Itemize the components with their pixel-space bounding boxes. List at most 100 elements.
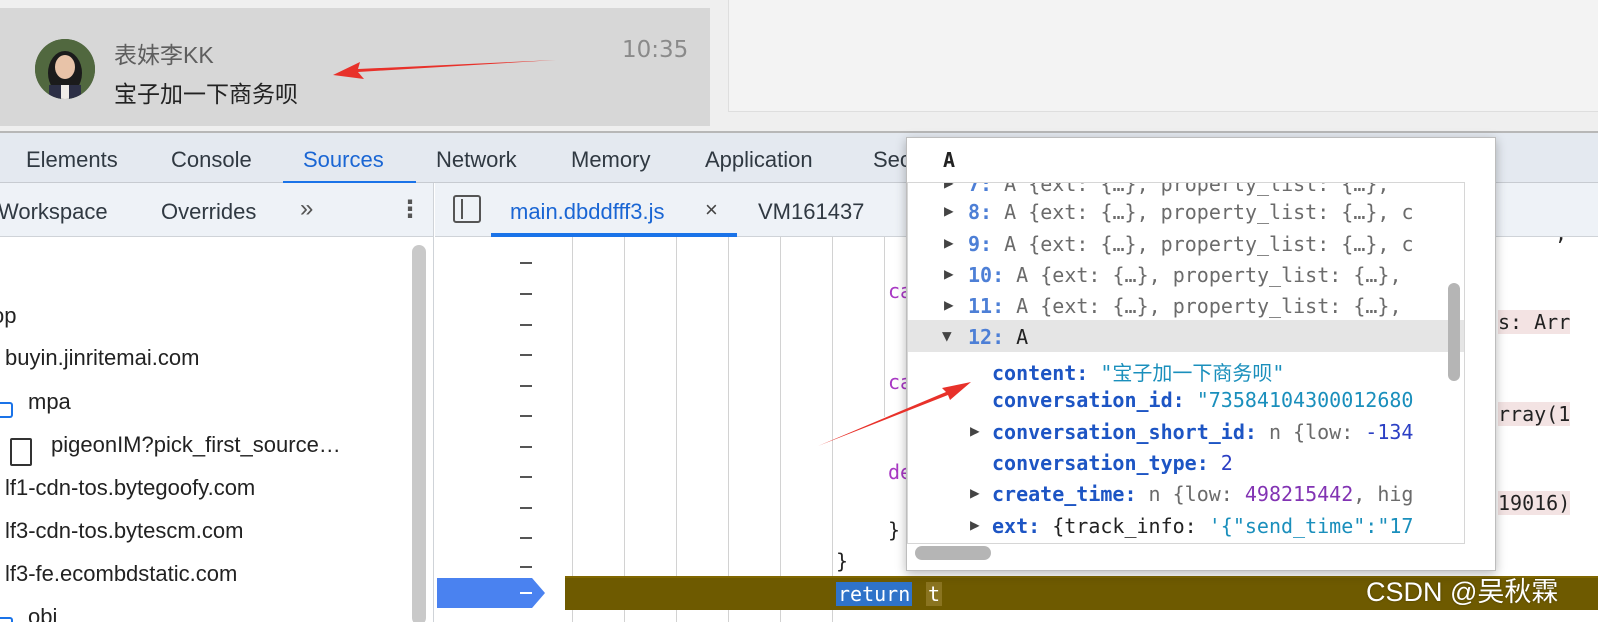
- property-row[interactable]: ▶ ext: {track_info: '{"send_time":"17: [908, 509, 1464, 541]
- tab-workspace[interactable]: Workspace: [0, 199, 108, 225]
- expand-arrow-icon[interactable]: ▶: [944, 183, 954, 192]
- property-value: 2: [1220, 451, 1233, 475]
- indent-guide: [572, 237, 573, 622]
- indent-guide: [624, 237, 625, 622]
- entry-index: 10:: [968, 263, 1005, 287]
- tree-item-label: op: [0, 303, 17, 328]
- return-keyword: return: [836, 582, 913, 606]
- gutter-marker[interactable]: [520, 476, 532, 478]
- expand-arrow-icon[interactable]: ▶: [944, 264, 954, 283]
- expand-arrow-icon[interactable]: ▶: [944, 295, 954, 314]
- property-key: conversation_id:: [992, 388, 1185, 412]
- gutter-marker[interactable]: [520, 385, 532, 387]
- code-fragment: }: [888, 518, 901, 542]
- close-icon[interactable]: ×: [705, 197, 718, 223]
- expand-arrow-icon[interactable]: ▶: [944, 233, 954, 252]
- chat-list-item[interactable]: 表妹李KK 10:35 宝子加一下商务呗: [0, 8, 710, 126]
- entry-preview: A {ext: {…}, property_list: {…}, c: [1004, 200, 1414, 224]
- avatar: [35, 39, 95, 99]
- entry-index: 9:: [968, 232, 993, 256]
- tab-sources[interactable]: Sources: [303, 147, 384, 173]
- expand-arrow-icon[interactable]: ▶: [970, 515, 980, 534]
- entry-preview: A {ext: {…}, property_list: {…},: [1016, 294, 1402, 318]
- popover-horizontal-scrollbar[interactable]: [915, 546, 991, 560]
- gutter-marker[interactable]: [520, 354, 532, 356]
- property-key: ext:: [992, 514, 1041, 538]
- property-row[interactable]: conversation_type: 2: [908, 446, 1464, 478]
- hovered-variable[interactable]: t: [926, 582, 943, 606]
- tab-console[interactable]: Console: [171, 147, 252, 173]
- entry-preview: A {ext: {…}, property_list: {…},: [1016, 263, 1402, 287]
- gutter-marker: [520, 592, 532, 594]
- object-tree: ▶ 7: A {ext: {…}, property_list: {…}, ▶ …: [907, 182, 1465, 544]
- property-value: n {low:: [1148, 482, 1245, 506]
- popover-title: A: [943, 148, 956, 172]
- collapse-arrow-icon[interactable]: ▼: [942, 326, 952, 345]
- chevron-double-right-icon[interactable]: »: [300, 195, 313, 223]
- entry-index: 11:: [968, 294, 1005, 318]
- property-row[interactable]: content: "宝子加一下商务呗": [908, 352, 1464, 385]
- property-value: '{"send_time":"17: [1208, 514, 1414, 538]
- entry-index: 8:: [968, 200, 993, 224]
- chat-panel: 表妹李KK 10:35 宝子加一下商务呗: [0, 0, 1598, 131]
- navigator-scrollbar[interactable]: [412, 245, 426, 622]
- sources-navigator: Workspace Overrides » ⋮ op buyin.jinrite…: [0, 183, 434, 622]
- tab-elements[interactable]: Elements: [26, 147, 118, 173]
- gutter-marker[interactable]: [520, 324, 532, 326]
- object-preview-popover: A ▶ 7: A {ext: {…}, property_list: {…}, …: [906, 137, 1496, 571]
- gutter-marker[interactable]: [520, 262, 532, 264]
- property-key: content:: [992, 361, 1089, 385]
- property-row[interactable]: ▶ conversation_short_id: n {low: -134: [908, 415, 1464, 447]
- message-time: 10:35: [622, 37, 689, 63]
- expand-arrow-icon[interactable]: ▶: [944, 201, 954, 220]
- indent-guide: [884, 237, 885, 417]
- property-value: , hig: [1353, 482, 1414, 506]
- file-tab-main-js[interactable]: main.dbddfff3.js: [510, 199, 665, 225]
- expand-arrow-icon[interactable]: ▶: [970, 483, 980, 502]
- file-icon: [10, 438, 32, 466]
- folder-icon: [0, 617, 13, 622]
- gutter-marker[interactable]: [520, 537, 532, 539]
- more-menu-icon[interactable]: ⋮: [398, 195, 422, 224]
- property-row[interactable]: conversation_id: "73584104300012680: [908, 383, 1464, 415]
- entry-preview: A: [1016, 325, 1029, 349]
- tree-item-label: lf3-fe.ecombdstatic.com: [5, 561, 238, 586]
- property-value: "73584104300012680: [1196, 388, 1414, 412]
- gutter-marker[interactable]: [520, 415, 532, 417]
- property-value: "宝子加一下商务呗": [1100, 361, 1285, 385]
- array-entry-row-expanded[interactable]: ▼ 12: A: [908, 320, 1464, 352]
- tab-memory[interactable]: Memory: [571, 147, 650, 173]
- property-key: create_time:: [992, 482, 1137, 506]
- property-value: {track_info:: [1052, 514, 1209, 538]
- watermark: CSDN @吴秋霖: [1366, 577, 1559, 607]
- toggle-navigator-icon[interactable]: [453, 195, 481, 223]
- property-value: 498215442: [1244, 482, 1354, 506]
- gutter-marker[interactable]: [520, 566, 532, 568]
- gutter-marker[interactable]: [520, 446, 532, 448]
- tree-item-label: pigeonIM?pick_first_source…: [51, 432, 341, 457]
- folder-icon: [0, 402, 13, 418]
- tree-item-label: lf1-cdn-tos.bytegoofy.com: [5, 475, 256, 500]
- array-entry-row[interactable]: ▶ 9: A {ext: {…}, property_list: {…}, c: [908, 227, 1464, 259]
- tab-network[interactable]: Network: [436, 147, 517, 173]
- array-entry-row[interactable]: ▶ 8: A {ext: {…}, property_list: {…}, c: [908, 195, 1464, 227]
- property-row[interactable]: ▶ create_time: n {low: 498215442, hig: [908, 477, 1464, 509]
- indent-guide: [832, 237, 833, 622]
- sender-name: 表妹李KK: [114, 42, 214, 68]
- popover-vertical-scrollbar[interactable]: [1448, 283, 1460, 381]
- array-entry-row[interactable]: ▶ 11: A {ext: {…}, property_list: {…},: [908, 289, 1464, 321]
- file-tab-vm[interactable]: VM161437: [758, 199, 864, 225]
- expand-arrow-icon[interactable]: ▶: [970, 421, 980, 440]
- tree-item-label: buyin.jinritemai.com: [5, 345, 200, 370]
- entry-preview: A {ext: {…}, property_list: {…},: [1004, 182, 1390, 196]
- active-file-indicator: [491, 233, 737, 237]
- indent-guide: [676, 237, 677, 622]
- tab-application[interactable]: Application: [705, 147, 813, 173]
- gutter-marker[interactable]: [520, 507, 532, 509]
- property-value: -134: [1365, 420, 1414, 444]
- tree-item-label: lf3-cdn-tos.bytescm.com: [5, 518, 244, 543]
- gutter-marker[interactable]: [520, 293, 532, 295]
- array-entry-row[interactable]: ▶ 10: A {ext: {…}, property_list: {…},: [908, 258, 1464, 290]
- indent-guide: [728, 237, 729, 622]
- tab-overrides[interactable]: Overrides: [161, 199, 256, 225]
